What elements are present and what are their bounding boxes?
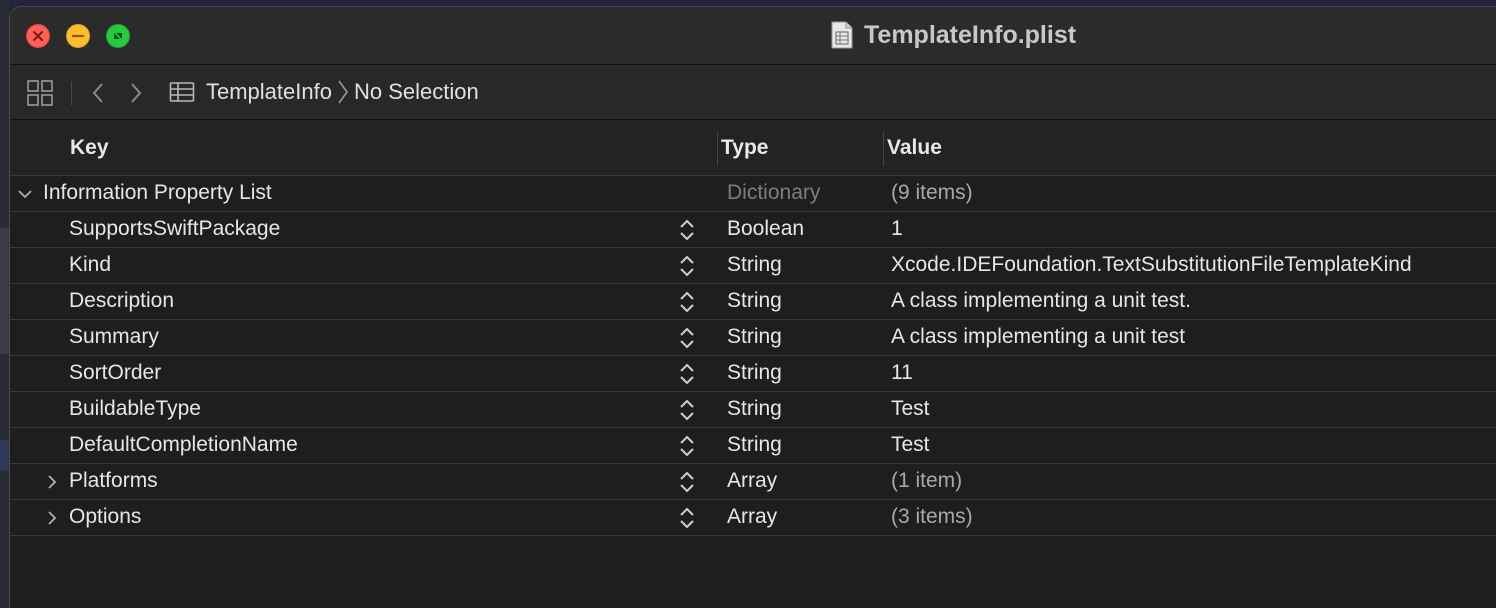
plist-editor-window: TemplateInfo.plist TemplateInfo No Selec… [9, 6, 1496, 608]
table-icon [169, 82, 195, 102]
chevron-right-icon[interactable] [43, 473, 61, 491]
desktop-edge [0, 0, 9, 608]
fullscreen-icon [114, 33, 122, 39]
row-value[interactable]: 1 [891, 217, 903, 241]
row-type[interactable]: String [727, 433, 782, 457]
minimize-button[interactable] [66, 24, 90, 48]
row-type[interactable]: String [727, 397, 782, 421]
title-bar: TemplateInfo.plist [10, 7, 1496, 65]
row-key: Information Property List [43, 181, 272, 204]
toolbar: TemplateInfo No Selection [10, 65, 1496, 120]
table-row[interactable]: DefaultCompletionName String Test [10, 428, 1496, 464]
row-type[interactable]: Boolean [727, 217, 804, 241]
chevron-right-icon [131, 83, 142, 103]
stepper-icon[interactable] [678, 506, 696, 530]
breadcrumb: TemplateInfo No Selection [169, 77, 479, 107]
stepper-icon[interactable] [678, 362, 696, 386]
row-key[interactable]: Kind [69, 253, 111, 277]
row-key[interactable]: BuildableType [69, 397, 201, 421]
stepper-icon[interactable] [678, 254, 696, 278]
table-row[interactable]: SortOrder String 11 [10, 356, 1496, 392]
window-title-text: TemplateInfo.plist [864, 20, 1077, 49]
column-header-type[interactable]: Type [721, 136, 768, 160]
row-key[interactable]: SortOrder [69, 361, 161, 385]
minus-icon [71, 34, 85, 38]
row-key[interactable]: Platforms [69, 469, 158, 493]
stepper-icon[interactable] [678, 290, 696, 314]
stepper-icon[interactable] [678, 398, 696, 422]
table-row[interactable]: Platforms Array (1 item) [10, 464, 1496, 500]
table-row[interactable]: Description String A class implementing … [10, 284, 1496, 320]
column-divider[interactable] [883, 132, 884, 166]
row-value[interactable]: Xcode.IDEFoundation.TextSubstitutionFile… [891, 253, 1412, 277]
window-title: TemplateInfo.plist [830, 19, 1076, 51]
row-value[interactable]: A class implementing a unit test. [891, 289, 1191, 313]
row-type[interactable]: String [727, 325, 782, 349]
stepper-icon[interactable] [678, 434, 696, 458]
row-value: (9 items) [891, 181, 973, 204]
row-value[interactable]: Test [891, 397, 930, 421]
forward-button[interactable] [128, 81, 144, 105]
column-header-key[interactable]: Key [70, 136, 109, 160]
chevron-left-icon [92, 83, 103, 103]
property-list-table: Information Property List Dictionary (9 … [10, 176, 1496, 536]
chevron-right-icon[interactable] [43, 509, 61, 527]
related-items-button[interactable] [26, 79, 54, 107]
column-divider[interactable] [717, 132, 718, 166]
stepper-icon[interactable] [678, 470, 696, 494]
breadcrumb-separator-icon [338, 80, 348, 104]
stepper-icon[interactable] [678, 218, 696, 242]
table-row[interactable]: Kind String Xcode.IDEFoundation.TextSubs… [10, 248, 1496, 284]
table-row[interactable]: Options Array (3 items) [10, 500, 1496, 536]
column-header-value[interactable]: Value [887, 136, 942, 160]
row-key[interactable]: Options [69, 505, 141, 529]
table-row[interactable]: SupportsSwiftPackage Boolean 1 [10, 212, 1496, 248]
close-button[interactable] [26, 24, 50, 48]
row-key[interactable]: Summary [69, 325, 159, 349]
row-type[interactable]: String [727, 289, 782, 313]
breadcrumb-current[interactable]: No Selection [354, 79, 479, 105]
document-icon [831, 21, 853, 49]
chevron-down-icon[interactable] [16, 185, 34, 203]
grid-icon [27, 80, 53, 106]
row-type[interactable]: Array [727, 505, 777, 529]
row-type: Dictionary [727, 181, 821, 204]
row-type[interactable]: Array [727, 469, 777, 493]
row-key[interactable]: SupportsSwiftPackage [69, 217, 280, 241]
row-value: (1 item) [891, 469, 963, 492]
zoom-button[interactable] [106, 24, 130, 48]
row-type[interactable]: String [727, 361, 782, 385]
row-type[interactable]: String [727, 253, 782, 277]
row-value: (3 items) [891, 505, 973, 528]
breadcrumb-root[interactable]: TemplateInfo [206, 79, 332, 105]
table-row[interactable]: BuildableType String Test [10, 392, 1496, 428]
table-row-root[interactable]: Information Property List Dictionary (9 … [10, 176, 1496, 212]
row-key[interactable]: Description [69, 289, 174, 313]
row-value[interactable]: 11 [891, 361, 913, 385]
table-row[interactable]: Summary String A class implementing a un… [10, 320, 1496, 356]
row-value[interactable]: A class implementing a unit test [891, 325, 1185, 349]
close-x-icon [33, 31, 43, 41]
stepper-icon[interactable] [678, 326, 696, 350]
table-header: Key Type Value [10, 120, 1496, 176]
back-button[interactable] [90, 81, 106, 105]
row-key[interactable]: DefaultCompletionName [69, 433, 298, 457]
row-value[interactable]: Test [891, 433, 930, 457]
toolbar-divider [71, 81, 72, 105]
